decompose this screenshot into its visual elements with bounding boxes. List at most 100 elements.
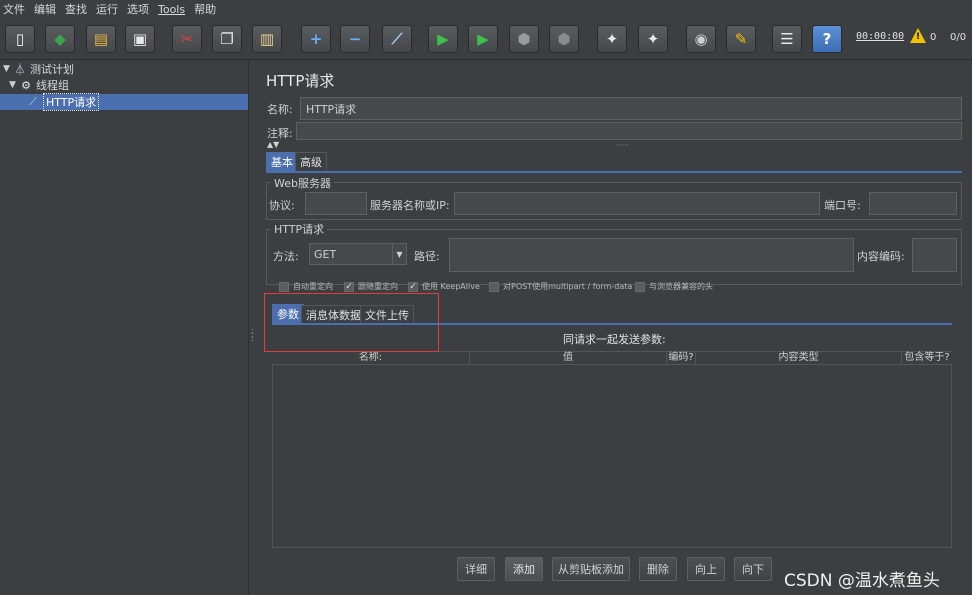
tab-advanced[interactable]: 高级: [295, 152, 327, 171]
menu-tools[interactable]: Tools: [158, 3, 185, 16]
stop-icon[interactable]: ⬢: [509, 25, 539, 53]
expand-icon[interactable]: +: [301, 25, 331, 53]
chevron-down-icon: ▼: [392, 244, 406, 264]
detail-button[interactable]: 详细: [457, 557, 495, 581]
tree-node-http-request[interactable]: ⟋ HTTP请求: [0, 93, 248, 111]
port-label: 端口号:: [824, 199, 861, 212]
option-follow-redirect[interactable]: ✓ 跟随重定向: [344, 281, 398, 292]
templates-icon[interactable]: ◆: [45, 25, 75, 53]
server-field[interactable]: [454, 192, 820, 215]
option-label: 使用 KeepAlive: [422, 282, 480, 291]
menu-help[interactable]: 帮助: [194, 1, 216, 17]
active-threads: 0/0: [950, 32, 967, 43]
http-request-group-title: HTTP请求: [271, 221, 328, 237]
comment-field[interactable]: [296, 122, 962, 140]
gear-icon: ⚙: [21, 78, 31, 92]
toggle-icon[interactable]: ⟋: [382, 25, 412, 53]
menu-edit[interactable]: 编辑: [34, 1, 56, 17]
web-server-title: Web服务器: [271, 175, 334, 191]
paste-icon[interactable]: ▥: [252, 25, 282, 53]
column-name[interactable]: 名称:: [272, 352, 470, 364]
start-no-pause-icon[interactable]: ▶: [468, 25, 498, 53]
splitter-grip-icon: :::: [251, 326, 254, 343]
flask-icon: ⏃: [14, 63, 26, 76]
menu-bar: 文件 编辑 查找 运行 选项 Tools 帮助: [0, 0, 972, 18]
delete-button[interactable]: 删除: [639, 557, 677, 581]
table-hint: 同请求一起发送参数:: [563, 333, 666, 346]
pipette-icon: ⟋: [29, 95, 37, 108]
server-label: 服务器名称或IP:: [370, 199, 450, 212]
add-button[interactable]: 添加: [505, 557, 543, 581]
checkbox[interactable]: [489, 281, 499, 292]
tab-basic[interactable]: 基本: [266, 152, 298, 171]
expand-arrow-icon[interactable]: ▼: [9, 80, 19, 90]
help-icon[interactable]: ?: [812, 25, 842, 53]
column-include-equals[interactable]: 包含等于?: [902, 352, 952, 364]
checkbox-checked[interactable]: ✓: [408, 281, 418, 292]
encoding-field[interactable]: [912, 238, 957, 272]
encoding-label: 内容编码:: [857, 250, 905, 263]
warning-icon-mark: !: [916, 32, 921, 42]
option-label: 自动重定向: [293, 282, 333, 291]
watermark: CSDN @温水煮鱼头: [784, 571, 940, 591]
open-icon[interactable]: ▤: [86, 25, 116, 53]
method-label: 方法:: [273, 250, 299, 263]
tree-node-label: 线程组: [36, 79, 69, 92]
tab-underline: [266, 171, 962, 173]
toolbar: 00:00:00 ! 0 0/0 ▯ ◆ ▤ ▣ ✂ ❐ ▥ + − ⟋ ▶ ▶ ⬢ ⬢ ✦ ✦ ◉ ✎ ☰?: [0, 18, 972, 60]
comment-label: 注释:: [267, 127, 293, 140]
collapse-arrows-icon[interactable]: ▲▼: [267, 140, 279, 149]
name-field[interactable]: HTTP请求: [300, 97, 962, 120]
warning-count: 0: [930, 32, 937, 43]
checkbox-checked[interactable]: ✓: [344, 281, 354, 292]
method-select[interactable]: GET ▼: [309, 243, 407, 265]
port-field[interactable]: [869, 192, 957, 215]
checkbox[interactable]: [635, 281, 645, 292]
column-value[interactable]: 值: [470, 352, 667, 364]
params-table-body[interactable]: [272, 365, 952, 548]
divider-handle-icon[interactable]: ⋯⋯: [615, 141, 629, 149]
move-up-button[interactable]: 向上: [687, 557, 725, 581]
menu-file[interactable]: 文件: [3, 1, 25, 17]
new-icon[interactable]: ▯: [5, 25, 35, 53]
column-encode[interactable]: 编码?: [667, 352, 696, 364]
tree-node-label: HTTP请求: [43, 93, 100, 111]
cut-icon[interactable]: ✂: [172, 25, 202, 53]
menu-search[interactable]: 查找: [65, 1, 87, 17]
menu-run[interactable]: 运行: [96, 1, 118, 17]
add-from-clipboard-button[interactable]: 从剪贴板添加: [552, 557, 630, 581]
copy-icon[interactable]: ❐: [212, 25, 242, 53]
search-icon[interactable]: ◉: [686, 25, 716, 53]
tree-node-label: 测试计划: [30, 63, 74, 76]
option-multipart[interactable]: 对POST使用multipart / form-data: [489, 281, 632, 292]
menu-options[interactable]: 选项: [127, 1, 149, 17]
option-label: 与浏览器兼容的头: [649, 282, 713, 291]
shutdown-icon[interactable]: ⬢: [549, 25, 579, 53]
panel-splitter[interactable]: :::: [248, 61, 257, 595]
option-label: 对POST使用multipart / form-data: [503, 282, 633, 291]
protocol-label: 协议:: [269, 199, 295, 212]
page-title: HTTP请求: [266, 72, 335, 90]
start-icon[interactable]: ▶: [428, 25, 458, 53]
expand-arrow-icon[interactable]: ▼: [3, 64, 13, 74]
protocol-field[interactable]: [305, 192, 367, 215]
column-content-type[interactable]: 内容类型: [696, 352, 902, 364]
tree-node-thread-group[interactable]: ▼ ⚙ 线程组: [9, 77, 69, 93]
reset-search-icon[interactable]: ✎: [726, 25, 756, 53]
option-browser-headers[interactable]: 与浏览器兼容的头: [635, 281, 713, 292]
highlight-annotation: [264, 293, 439, 352]
option-label: 跟随重定向: [358, 282, 398, 291]
clear-icon[interactable]: ✦: [597, 25, 627, 53]
clear-all-icon[interactable]: ✦: [638, 25, 668, 53]
save-icon[interactable]: ▣: [125, 25, 155, 53]
move-down-button[interactable]: 向下: [734, 557, 772, 581]
path-field[interactable]: [449, 238, 854, 272]
checkbox[interactable]: [279, 281, 289, 292]
option-keepalive[interactable]: ✓ 使用 KeepAlive: [408, 281, 480, 292]
name-label: 名称:: [267, 103, 293, 116]
function-helper-icon[interactable]: ☰: [772, 25, 802, 53]
collapse-icon[interactable]: −: [340, 25, 370, 53]
method-value: GET: [314, 247, 337, 261]
option-auto-redirect[interactable]: 自动重定向: [279, 281, 333, 292]
tree-node-test-plan[interactable]: ▼ ⏃ 测试计划: [3, 61, 74, 77]
